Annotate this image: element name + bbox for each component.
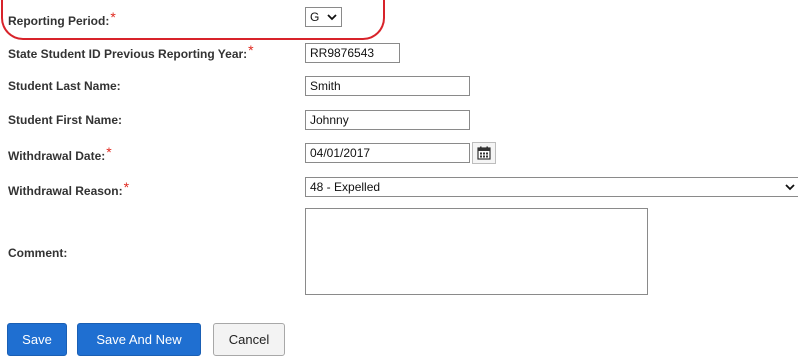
chevron-down-icon — [785, 184, 795, 191]
withdrawal-date-label-text: Withdrawal Date: — [8, 149, 106, 163]
required-marker: * — [248, 42, 254, 58]
withdrawal-reason-label-text: Withdrawal Reason: — [8, 184, 123, 198]
chevron-down-icon — [327, 14, 337, 21]
save-button[interactable]: Save — [7, 323, 67, 356]
withdrawal-date-input[interactable]: 04/01/2017 — [305, 143, 470, 163]
required-marker: * — [106, 144, 112, 160]
reporting-period-label-text: Reporting Period: — [8, 14, 110, 28]
withdrawal-reason-label: Withdrawal Reason:* — [8, 179, 130, 198]
comment-textarea[interactable] — [305, 208, 648, 295]
reporting-period-value: G — [310, 10, 320, 24]
comment-label: Comment: — [8, 246, 68, 260]
calendar-button[interactable] — [472, 142, 496, 164]
state-student-id-label-text: State Student ID Previous Reporting Year… — [8, 47, 248, 61]
required-marker: * — [123, 179, 130, 195]
calendar-icon — [477, 146, 491, 160]
save-and-new-button[interactable]: Save And New — [77, 323, 201, 356]
state-student-id-input[interactable]: RR9876543 — [305, 43, 400, 63]
last-name-label: Student Last Name: — [8, 79, 121, 93]
state-student-id-label: State Student ID Previous Reporting Year… — [8, 42, 254, 61]
reporting-period-label: Reporting Period:* — [8, 9, 116, 28]
withdrawal-reason-select[interactable]: 48 - Expelled — [305, 177, 798, 197]
withdrawal-reason-value: 48 - Expelled — [310, 180, 381, 194]
required-marker: * — [110, 9, 116, 25]
cancel-button[interactable]: Cancel — [213, 323, 285, 356]
first-name-input[interactable]: Johnny — [305, 110, 470, 130]
first-name-label: Student First Name: — [8, 113, 123, 127]
reporting-period-select[interactable]: G — [305, 7, 342, 27]
withdrawal-date-label: Withdrawal Date:* — [8, 144, 112, 163]
last-name-input[interactable]: Smith — [305, 76, 470, 96]
